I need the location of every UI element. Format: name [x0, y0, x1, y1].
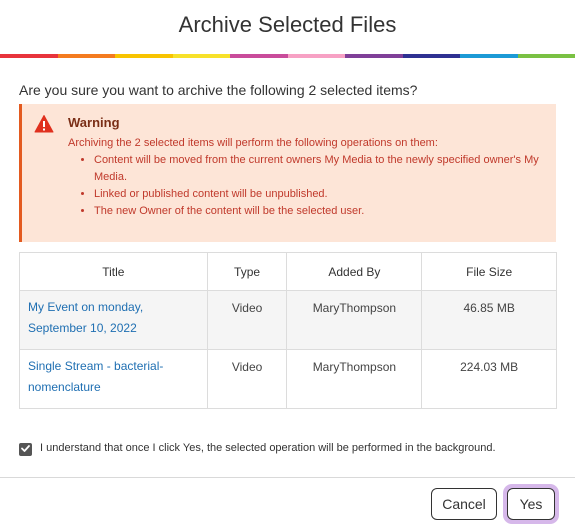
- warning-list-item: Content will be moved from the current o…: [94, 152, 554, 186]
- item-file-size: 224.03 MB: [421, 349, 557, 409]
- cancel-button[interactable]: Cancel: [431, 488, 497, 520]
- confirmation-question: Are you sure you want to archive the fol…: [19, 82, 418, 98]
- column-header-type: Type: [206, 252, 288, 291]
- stripe-segment: [0, 54, 58, 58]
- item-file-size: 46.85 MB: [421, 290, 557, 350]
- stripe-segment: [287, 54, 345, 58]
- confirm-checkbox-label[interactable]: I understand that once I click Yes, the …: [40, 442, 496, 454]
- confirm-checkbox[interactable]: [19, 443, 32, 456]
- warning-list-item: The new Owner of the content will be the…: [94, 203, 554, 220]
- stripe-segment: [115, 54, 173, 58]
- selected-items-table: Title Type Added By File Size My Event o…: [19, 252, 557, 409]
- item-added-by: MaryThompson: [286, 290, 423, 350]
- item-added-by: MaryThompson: [286, 349, 423, 409]
- item-title-link[interactable]: Single Stream - bacterial-nomenclature: [19, 349, 208, 409]
- warning-list-item: Linked or published content will be unpu…: [94, 186, 554, 203]
- stripe-segment: [172, 54, 230, 58]
- stripe-segment: [230, 54, 288, 58]
- stripe-segment: [57, 54, 115, 58]
- dialog-title: Archive Selected Files: [178, 12, 397, 37]
- item-title-link[interactable]: My Event on monday, September 10, 2022: [19, 290, 208, 350]
- table-row: Single Stream - bacterial-nomenclature V…: [19, 349, 557, 409]
- column-header-title: Title: [19, 252, 208, 291]
- warning-box: Warning Archiving the 2 selected items w…: [19, 104, 556, 242]
- item-type: Video: [206, 349, 288, 409]
- yes-button[interactable]: Yes: [507, 488, 555, 520]
- warning-list: Content will be moved from the current o…: [68, 152, 554, 220]
- color-stripe: [0, 54, 575, 58]
- stripe-segment: [345, 54, 403, 58]
- item-type: Video: [206, 290, 288, 350]
- stripe-segment: [402, 54, 460, 58]
- warning-triangle-icon: [34, 114, 54, 134]
- checkmark-icon: [20, 441, 31, 459]
- column-header-added-by: Added By: [286, 252, 423, 291]
- table-row: My Event on monday, September 10, 2022 V…: [19, 290, 557, 350]
- stripe-segment: [517, 54, 575, 58]
- stripe-segment: [460, 54, 518, 58]
- footer-divider: [0, 477, 575, 478]
- table-header-row: Title Type Added By File Size: [19, 252, 557, 291]
- column-header-file-size: File Size: [421, 252, 557, 291]
- warning-title: Warning: [68, 115, 120, 130]
- warning-description: Archiving the 2 selected items will perf…: [68, 137, 438, 149]
